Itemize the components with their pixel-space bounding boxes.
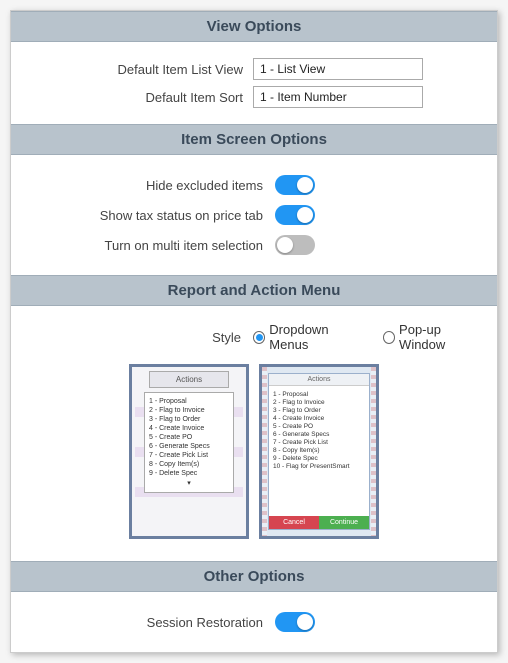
popup-body: 1 - Proposal 2 - Flag to Invoice 3 - Fla…	[269, 386, 369, 516]
list-item: 5 - Create PO	[273, 422, 365, 430]
list-item: 9 - Delete Spec	[149, 469, 229, 478]
session-restore-row: Session Restoration	[23, 612, 485, 632]
popup-head: Actions	[269, 374, 369, 386]
view-options-body: Default Item List View Default Item Sort	[11, 42, 497, 124]
list-item: 8 - Copy Item(s)	[149, 460, 229, 469]
item-screen-body: Hide excluded items Show tax status on p…	[11, 155, 497, 275]
show-tax-toggle[interactable]	[275, 205, 315, 225]
list-item: 3 - Flag to Order	[273, 406, 365, 414]
list-item: 4 - Create Invoice	[149, 424, 229, 433]
chevron-down-icon: ▾	[149, 478, 229, 488]
preview-dropdown-list: 1 - Proposal 2 - Flag to Invoice 3 - Fla…	[144, 392, 234, 493]
list-item: 1 - Proposal	[273, 390, 365, 398]
multi-select-label: Turn on multi item selection	[23, 238, 275, 253]
radio-icon	[253, 331, 265, 344]
default-sort-label: Default Item Sort	[23, 90, 253, 105]
popup-footer: Cancel Continue	[269, 516, 369, 529]
list-item: 8 - Copy Item(s)	[273, 446, 365, 454]
list-item: 6 - Generate Specs	[273, 430, 365, 438]
default-sort-row: Default Item Sort	[23, 86, 485, 108]
style-dropdown-label: Dropdown Menus	[269, 322, 364, 352]
report-action-body: Style Dropdown Menus Pop-up Window Ac	[11, 306, 497, 561]
other-options-header: Other Options	[11, 561, 497, 592]
list-item: 6 - Generate Specs	[149, 442, 229, 451]
preview-dropdown-head: Actions	[149, 371, 229, 388]
hide-excluded-toggle[interactable]	[275, 175, 315, 195]
style-label: Style	[23, 330, 253, 345]
preview-popup[interactable]: Actions 1 - Proposal 2 - Flag to Invoice…	[259, 364, 379, 539]
default-list-view-select[interactable]	[253, 58, 423, 80]
multi-select-toggle[interactable]	[275, 235, 315, 255]
list-item: 9 - Delete Spec	[273, 454, 365, 462]
settings-panel: View Options Default Item List View Defa…	[10, 10, 498, 653]
list-item: 10 - Flag for PresentSmart	[273, 462, 365, 470]
view-options-header: View Options	[11, 11, 497, 42]
style-popup-option[interactable]: Pop-up Window	[383, 322, 485, 352]
radio-icon	[383, 331, 395, 344]
hide-excluded-row: Hide excluded items	[23, 175, 485, 195]
session-restore-toggle[interactable]	[275, 612, 315, 632]
style-row: Style Dropdown Menus Pop-up Window	[23, 322, 485, 352]
style-popup-label: Pop-up Window	[399, 322, 485, 352]
show-tax-row: Show tax status on price tab	[23, 205, 485, 225]
session-restore-label: Session Restoration	[23, 615, 275, 630]
list-item: 1 - Proposal	[149, 397, 229, 406]
list-item: 4 - Create Invoice	[273, 414, 365, 422]
list-item: 3 - Flag to Order	[149, 415, 229, 424]
other-options-body: Session Restoration	[11, 592, 497, 652]
hide-excluded-label: Hide excluded items	[23, 178, 275, 193]
report-action-header: Report and Action Menu	[11, 275, 497, 306]
list-item: 7 - Create Pick List	[273, 438, 365, 446]
style-radio-group: Dropdown Menus Pop-up Window	[253, 322, 485, 352]
popup-cancel-button: Cancel	[269, 516, 319, 529]
list-item: 2 - Flag to Invoice	[273, 398, 365, 406]
preview-dropdown[interactable]: Actions 1 - Proposal 2 - Flag to Invoice…	[129, 364, 249, 539]
multi-select-row: Turn on multi item selection	[23, 235, 485, 255]
default-sort-select[interactable]	[253, 86, 423, 108]
default-list-view-row: Default Item List View	[23, 58, 485, 80]
list-item: 5 - Create PO	[149, 433, 229, 442]
item-screen-header: Item Screen Options	[11, 124, 497, 155]
style-previews: Actions 1 - Proposal 2 - Flag to Invoice…	[23, 364, 485, 551]
list-item: 2 - Flag to Invoice	[149, 406, 229, 415]
popup-continue-button: Continue	[319, 516, 369, 529]
default-list-view-label: Default Item List View	[23, 62, 253, 77]
style-dropdown-option[interactable]: Dropdown Menus	[253, 322, 365, 352]
popup-window: Actions 1 - Proposal 2 - Flag to Invoice…	[268, 373, 370, 530]
show-tax-label: Show tax status on price tab	[23, 208, 275, 223]
list-item: 7 - Create Pick List	[149, 451, 229, 460]
